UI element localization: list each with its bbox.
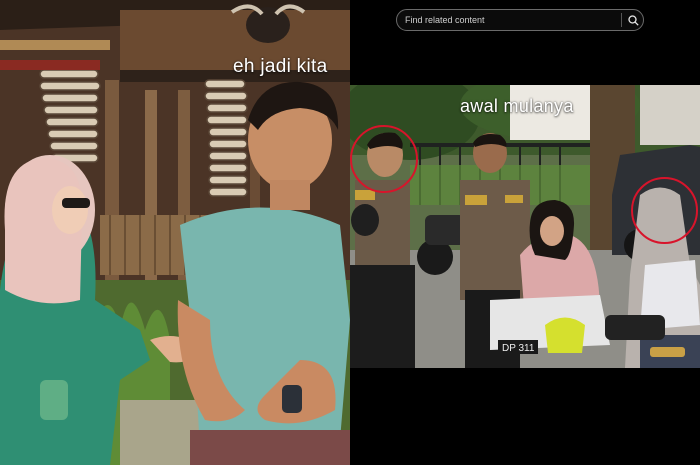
search-bar (396, 9, 644, 31)
search-button[interactable] (623, 10, 643, 30)
video-caption: eh jadi kita (233, 56, 328, 77)
search-icon (627, 14, 639, 26)
highlight-circle (631, 177, 698, 244)
search-input[interactable] (397, 10, 617, 30)
video-frame-right[interactable]: DP 311 awal mulanya (350, 85, 700, 368)
search-divider (621, 13, 622, 27)
video-frame-left: eh jadi kita (0, 0, 350, 465)
right-panel: DP 311 awal mulanya (350, 0, 700, 465)
license-plate: DP 311 (502, 343, 535, 354)
video-caption: awal mulanya (460, 96, 574, 116)
highlight-circle (350, 125, 418, 193)
